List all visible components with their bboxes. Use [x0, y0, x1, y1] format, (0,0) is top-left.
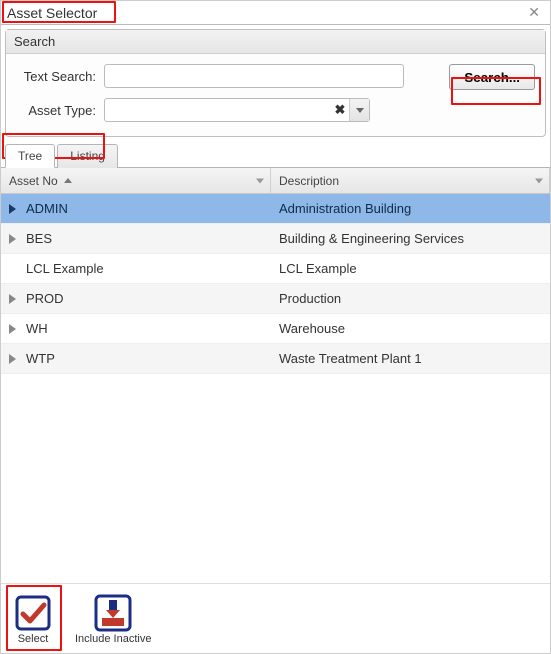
text-search-label: Text Search:	[16, 69, 104, 84]
description-cell: Administration Building	[271, 201, 550, 216]
table-row[interactable]: LCL Example LCL Example	[1, 254, 550, 284]
table-row[interactable]: PROD Production	[1, 284, 550, 314]
expand-icon[interactable]	[9, 324, 16, 334]
expand-icon[interactable]	[9, 294, 16, 304]
action-bar: Select Include Inactive	[1, 583, 550, 653]
sort-asc-icon	[64, 178, 72, 183]
include-inactive-label: Include Inactive	[75, 633, 151, 645]
grid-header: Asset No Description	[1, 168, 550, 194]
expand-icon[interactable]	[9, 204, 16, 214]
text-search-input[interactable]	[104, 64, 404, 88]
select-button[interactable]: Select	[11, 591, 55, 647]
search-panel: Search Text Search: Asset Type: ✖ Search…	[5, 29, 546, 137]
asset-no-cell: ADMIN	[26, 201, 68, 216]
description-cell: Warehouse	[271, 321, 550, 336]
asset-no-cell: WTP	[26, 351, 55, 366]
clear-icon[interactable]: ✖	[331, 102, 349, 118]
column-menu-icon[interactable]	[256, 178, 264, 183]
asset-no-cell: WH	[26, 321, 48, 336]
chevron-down-icon[interactable]	[349, 99, 369, 121]
search-panel-header: Search	[6, 30, 545, 54]
asset-grid: Asset No Description ADMIN Administration…	[1, 167, 550, 374]
column-header-description[interactable]: Description	[271, 168, 550, 193]
table-row[interactable]: WTP Waste Treatment Plant 1	[1, 344, 550, 374]
tab-tree[interactable]: Tree	[5, 144, 55, 168]
description-cell: Production	[271, 291, 550, 306]
window-title: Asset Selector	[5, 5, 99, 21]
asset-type-label: Asset Type:	[16, 103, 104, 118]
close-icon[interactable]: ✕	[524, 4, 544, 21]
asset-no-cell: BES	[26, 231, 52, 246]
column-menu-icon[interactable]	[535, 178, 543, 183]
asset-no-cell: LCL Example	[26, 261, 104, 276]
table-row[interactable]: ADMIN Administration Building	[1, 194, 550, 224]
tab-listing[interactable]: Listing	[57, 144, 118, 168]
table-row[interactable]: BES Building & Engineering Services	[1, 224, 550, 254]
description-cell: Building & Engineering Services	[271, 231, 550, 246]
description-cell: LCL Example	[271, 261, 550, 276]
expand-icon[interactable]	[9, 354, 16, 364]
description-cell: Waste Treatment Plant 1	[271, 351, 550, 366]
search-button[interactable]: Search...	[449, 64, 535, 90]
select-label: Select	[18, 633, 49, 645]
expand-placeholder	[9, 264, 16, 274]
table-row[interactable]: WH Warehouse	[1, 314, 550, 344]
expand-icon[interactable]	[9, 234, 16, 244]
asset-no-cell: PROD	[26, 291, 64, 306]
include-inactive-icon	[93, 593, 133, 633]
include-inactive-button[interactable]: Include Inactive	[73, 591, 153, 647]
grid-body: ADMIN Administration Building BES Building …	[1, 194, 550, 374]
select-icon	[13, 593, 53, 633]
column-header-asset-no[interactable]: Asset No	[1, 168, 271, 193]
title-bar: Asset Selector ✕	[1, 1, 550, 25]
asset-type-combo[interactable]: ✖	[104, 98, 370, 122]
tabs: Tree Listing	[1, 143, 550, 167]
